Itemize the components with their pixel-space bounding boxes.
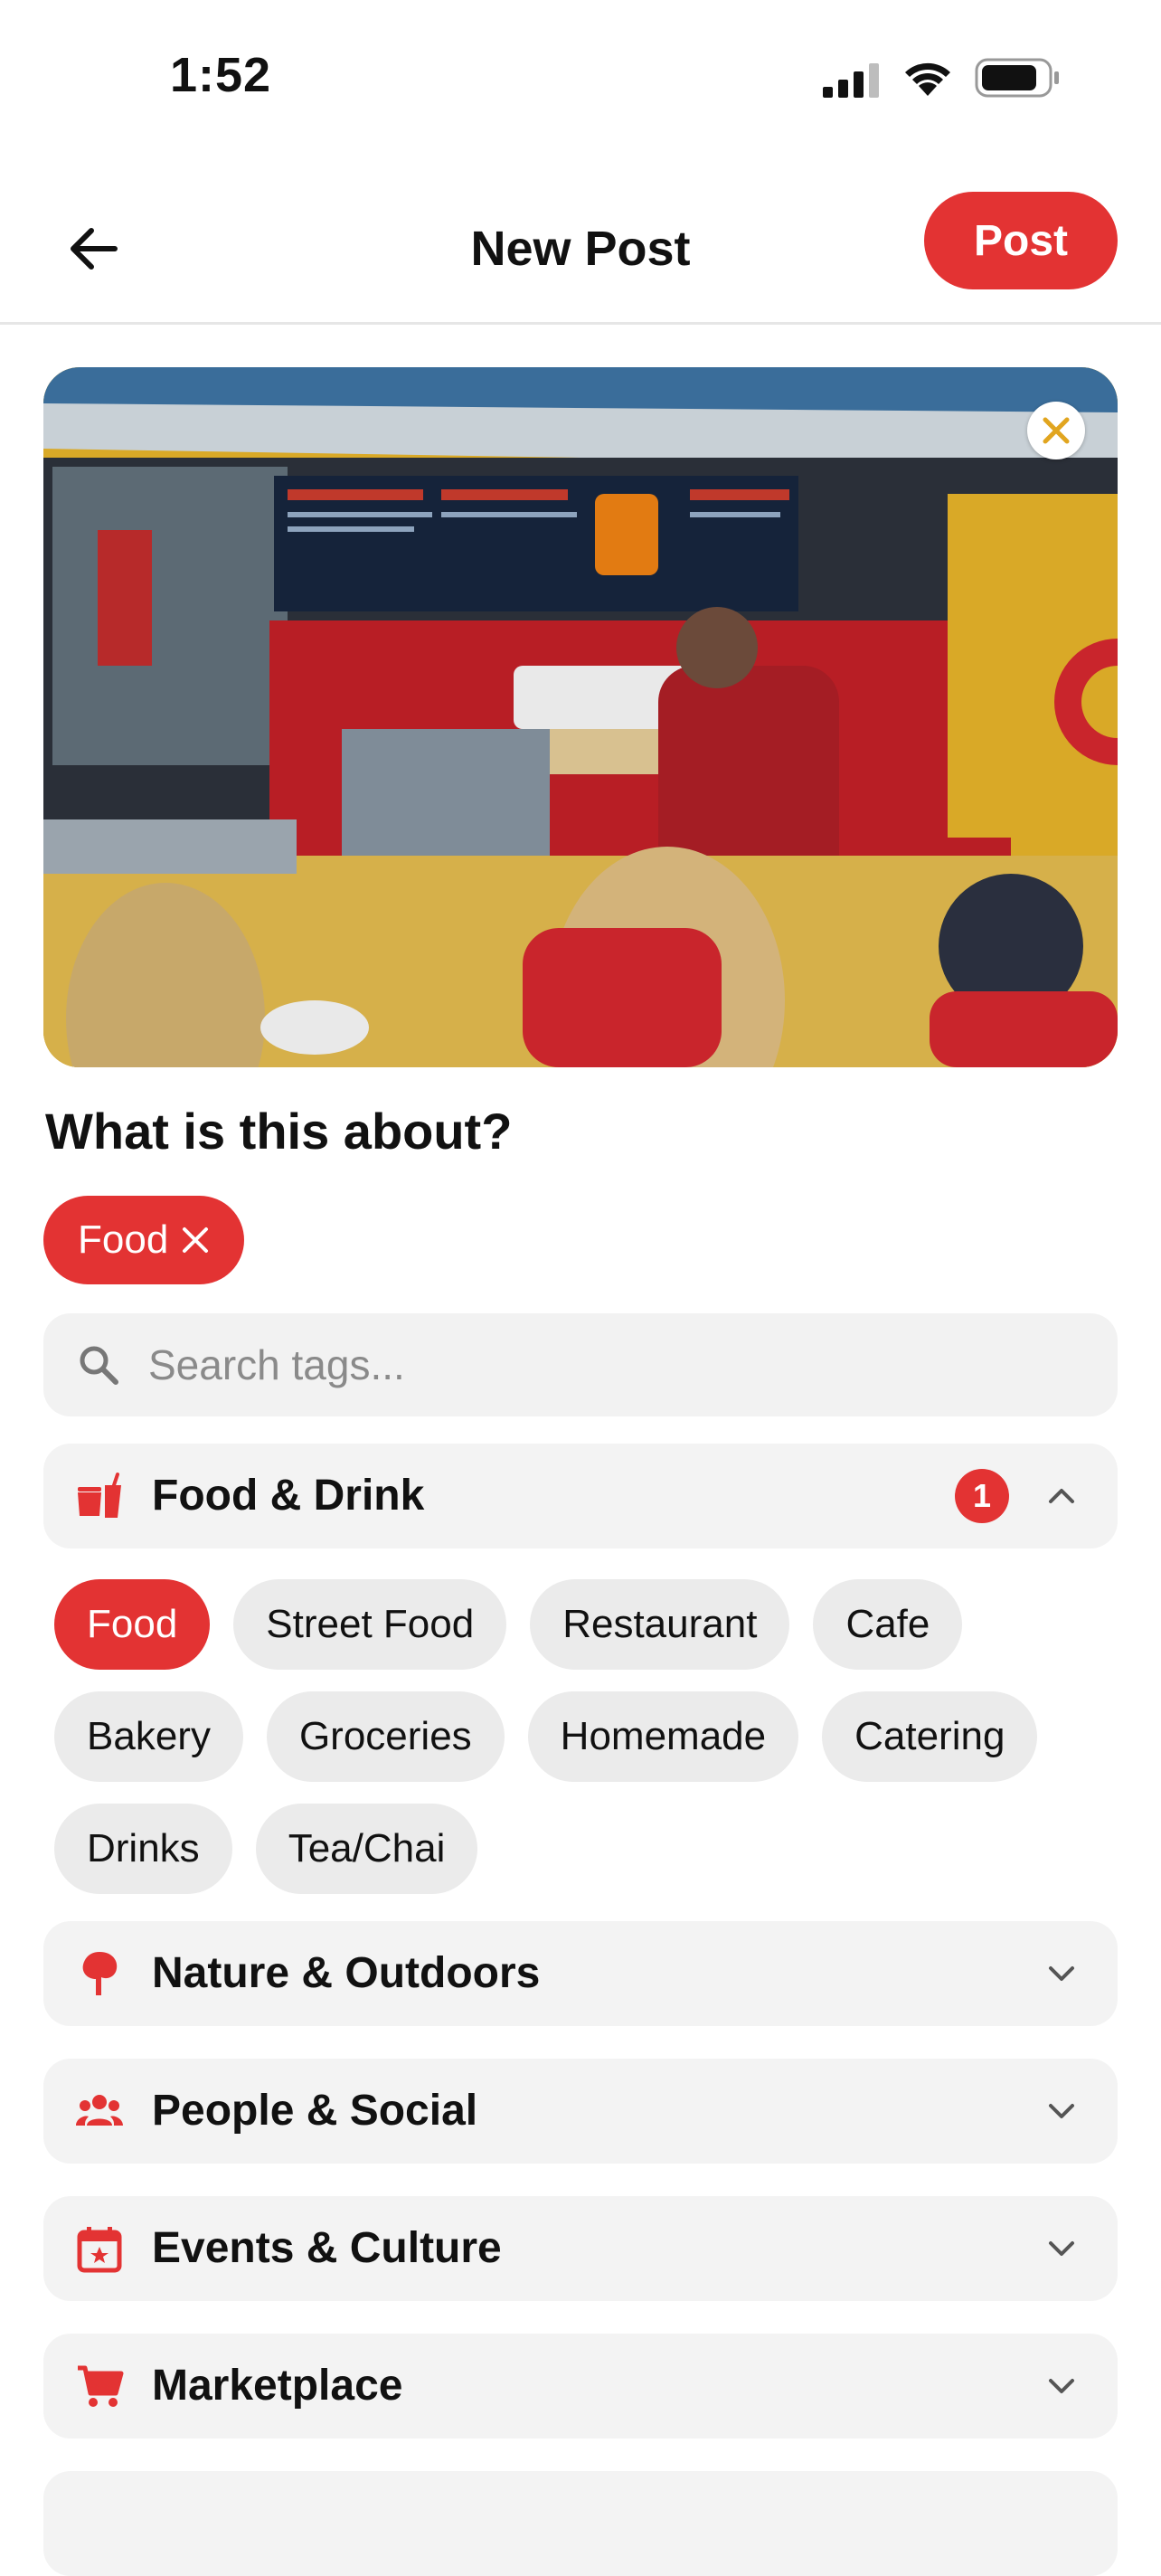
category-label: Marketplace: [152, 2362, 403, 2410]
status-bar: 1:52: [0, 0, 1161, 154]
tag-groceries[interactable]: Groceries: [266, 1691, 505, 1782]
cellular-signal-icon: [823, 63, 879, 98]
category-partial[interactable]: [43, 2471, 1118, 2576]
search-input[interactable]: [146, 1340, 1054, 1390]
photo-preview: [43, 367, 1118, 1067]
tags-heading: What is this about?: [45, 1103, 513, 1160]
tag-catering[interactable]: Catering: [822, 1691, 1038, 1782]
category-label: Food & Drink: [152, 1472, 425, 1520]
tag-homemade[interactable]: Homemade: [527, 1691, 799, 1782]
chevron-down-icon: [1049, 2241, 1074, 2256]
tag-restaurant[interactable]: Restaurant: [530, 1579, 790, 1670]
tag-cafe[interactable]: Cafe: [813, 1579, 963, 1670]
status-time: 1:52: [170, 48, 272, 102]
close-icon[interactable]: [181, 1226, 210, 1255]
tree-icon: [82, 1952, 118, 1995]
selected-tag-chip[interactable]: Food: [43, 1196, 245, 1284]
selected-tag-label: Food: [78, 1217, 169, 1262]
close-icon: [1043, 417, 1070, 444]
cart-icon: [78, 2365, 124, 2407]
chevron-down-icon: [1049, 2379, 1074, 2393]
category-label: Nature & Outdoors: [152, 1949, 541, 1997]
battery-icon: [975, 58, 1059, 98]
tag-tea-chai[interactable]: Tea/Chai: [255, 1804, 478, 1894]
category-food-drink[interactable]: Food & Drink 1: [43, 1444, 1118, 1548]
category-label: People & Social: [152, 2087, 478, 2135]
calendar-icon: [77, 2227, 122, 2273]
tag-search-box[interactable]: [43, 1313, 1118, 1416]
chevron-down-icon: [1049, 1966, 1074, 1981]
category-marketplace[interactable]: Marketplace: [43, 2334, 1118, 2439]
food-truck-photo: [43, 367, 1118, 1067]
tag-food[interactable]: Food: [54, 1579, 211, 1670]
fastfood-icon: [78, 1473, 121, 1518]
nav-bar: New Post Post: [0, 172, 1161, 325]
tag-bakery[interactable]: Bakery: [54, 1691, 243, 1782]
wifi-icon: [905, 62, 950, 96]
selected-count-badge: 1: [955, 1469, 1009, 1523]
category-nature-outdoors[interactable]: Nature & Outdoors: [43, 1921, 1118, 2026]
post-button[interactable]: Post: [924, 192, 1118, 289]
category-people-social[interactable]: People & Social: [43, 2059, 1118, 2164]
search-icon: [80, 1346, 118, 1385]
tag-drinks[interactable]: Drinks: [54, 1804, 232, 1894]
chevron-up-icon: [1049, 1489, 1074, 1503]
chevron-down-icon: [1049, 2104, 1074, 2118]
remove-photo-button[interactable]: [1027, 402, 1085, 459]
tag-street-food[interactable]: Street Food: [233, 1579, 507, 1670]
category-events-culture[interactable]: Events & Culture: [43, 2196, 1118, 2301]
people-icon: [76, 2095, 123, 2126]
category-label: Events & Culture: [152, 2224, 502, 2272]
